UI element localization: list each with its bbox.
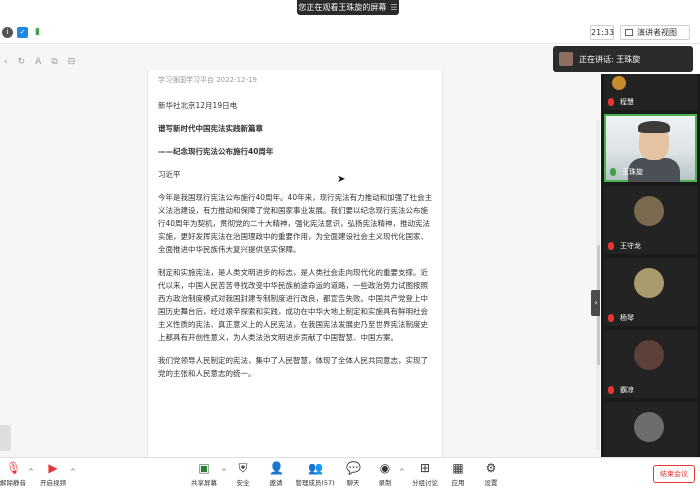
article-author: 习近平 (158, 170, 181, 179)
video-off-icon: ▶ (48, 461, 58, 475)
panel-collapse-handle[interactable]: › (591, 290, 600, 316)
end-meeting-button[interactable]: 结束会议 (653, 465, 695, 483)
mic-muted-icon (608, 386, 614, 394)
avatar (634, 268, 664, 298)
chevron-up-icon[interactable]: ^ (70, 468, 76, 476)
settings-button[interactable]: ⚙ 设置 (474, 461, 508, 487)
mic-muted-icon (608, 314, 614, 322)
record-label: 录制 (378, 479, 392, 487)
article-paragraph: 今年是我国现行宪法公布施行40周年。40年来，现行宪法有力推动和加强了社会主义法… (158, 193, 433, 254)
participant-video (606, 116, 695, 182)
chat-button[interactable]: 💬 聊天 (336, 461, 370, 487)
invite-label: 邀请 (269, 479, 283, 487)
record-icon: ◉ (379, 461, 391, 475)
meeting-toolbar: 🎙 解除静音 ^ ▶ 开启视频 ^ ▣ 共享屏幕 ^ ⛨ 安全 👤 邀请 👥 管… (0, 457, 700, 490)
speaking-label: 正在讲话: 王珠旋 (579, 54, 641, 64)
gear-icon: ⚙ (485, 461, 497, 475)
participant-tile[interactable]: 霸凉 (604, 330, 697, 398)
participant-name: 霸凉 (620, 386, 634, 394)
invite-button[interactable]: 👤 邀请 (259, 461, 293, 487)
mouse-cursor-icon: ➤ (337, 174, 346, 185)
share-banner[interactable]: 您正在观看王珠旋的屏幕 ☰ (297, 0, 399, 15)
breakout-button[interactable]: ⊞ 分组讨论 (408, 461, 442, 487)
apps-icon: ▦ (452, 461, 464, 475)
mic-muted-icon: 🎙 (6, 461, 22, 475)
chevron-up-icon[interactable]: ^ (28, 468, 34, 476)
manage-members-label: 管理成员(57) (295, 479, 335, 487)
shield-icon: ⛨ (238, 461, 248, 475)
back-icon[interactable]: ‹ (4, 57, 8, 67)
participant-tile[interactable]: 王珠旋 (604, 114, 697, 182)
shared-screen: ‹ ↻ A ⧉ ⊟ 学习强国学习平台 2022-12-19 新华社北京12月19… (0, 45, 600, 457)
doc-toolbar: ‹ ↻ A ⧉ ⊟ (4, 57, 75, 67)
article-page: 学习强国学习平台 2022-12-19 新华社北京12月19日电 谱写新时代中国… (147, 70, 443, 457)
share-banner-text: 您正在观看王珠旋的屏幕 (298, 3, 387, 12)
invite-icon: 👤 (269, 461, 284, 475)
chat-icon: 💬 (346, 461, 361, 475)
chat-label: 聊天 (346, 479, 360, 487)
bookmark-icon[interactable]: ⊟ (68, 57, 76, 67)
meeting-timer: 21:33 (590, 25, 614, 40)
record-button[interactable]: ◉ 录制 (368, 461, 402, 487)
avatar (634, 340, 664, 370)
participant-tile[interactable]: 杨琴 (604, 258, 697, 326)
grid-icon (625, 29, 633, 36)
avatar (612, 76, 626, 90)
meeting-window: 您正在观看王珠旋的屏幕 ☰ i ✓ ▮ 21:33 演讲者视图 ‹ ↻ A ⧉ … (0, 0, 700, 490)
mic-muted-icon (608, 98, 614, 106)
mic-muted-icon (608, 242, 614, 250)
refresh-icon[interactable]: ↻ (18, 57, 26, 67)
speaker-view-button[interactable]: 演讲者视图 (620, 25, 690, 40)
start-video-label: 开启视频 (40, 479, 66, 487)
apps-label: 应用 (451, 479, 465, 487)
signal-icon[interactable]: ▮ (32, 27, 43, 38)
share-screen-label: 共享屏幕 (191, 479, 217, 487)
participant-name: 王珠旋 (622, 168, 643, 176)
shield-icon[interactable]: ✓ (17, 27, 28, 38)
settings-label: 设置 (484, 479, 498, 487)
participant-name: 程慧 (620, 98, 634, 106)
article-dateline: 新华社北京12月19日电 (158, 101, 238, 110)
participant-tile[interactable]: 王守龙 (604, 186, 697, 254)
participant-tile[interactable] (604, 402, 697, 457)
mic-on-icon (610, 168, 616, 176)
article-title: 谱写新时代中国宪法实践新篇章 (158, 124, 263, 133)
security-label: 安全 (236, 479, 250, 487)
avatar (634, 412, 664, 442)
side-tab[interactable] (0, 425, 11, 451)
participant-tile[interactable]: 程慧 (604, 74, 697, 110)
participants-panel: 程慧 王珠旋 王守龙 杨琴 霸凉 (601, 74, 700, 457)
menu-icon[interactable]: ☰ (390, 3, 397, 12)
security-button[interactable]: ⛨ 安全 (226, 461, 260, 487)
status-bar: i ✓ ▮ 21:33 演讲者视图 (0, 22, 700, 44)
manage-members-button[interactable]: 👥 管理成员(57) (292, 461, 338, 487)
article-subtitle: ——纪念现行宪法公布施行40周年 (158, 147, 274, 156)
participant-name: 杨琴 (620, 314, 634, 322)
share-screen-button[interactable]: ▣ 共享屏幕 (187, 461, 221, 487)
chevron-up-icon[interactable]: ^ (399, 468, 405, 476)
speaking-indicator: 正在讲话: 王珠旋 (553, 46, 693, 72)
copy-icon[interactable]: ⧉ (51, 57, 57, 67)
unmute-button[interactable]: 🎙 解除静音 (0, 461, 30, 487)
info-icon[interactable]: i (2, 27, 13, 38)
share-screen-icon: ▣ (198, 461, 210, 475)
unmute-label: 解除静音 (0, 479, 26, 487)
article-paragraph: 制定和实施宪法，是人类文明进步的标志，是人类社会走向现代化的重要支撑。近代以来，… (158, 268, 428, 342)
article-source: 学习强国学习平台 2022-12-19 (158, 76, 257, 84)
breakout-label: 分组讨论 (412, 479, 438, 487)
article-paragraph: 我们党领导人民制定的宪法，集中了人民智慧，体现了全体人民共同意志，实现了党的主张… (158, 356, 428, 378)
breakout-icon: ⊞ (419, 461, 431, 475)
participant-name: 王守龙 (620, 242, 641, 250)
apps-button[interactable]: ▦ 应用 (441, 461, 475, 487)
members-icon: 👥 (308, 461, 323, 475)
speaker-avatar (559, 52, 573, 66)
font-icon[interactable]: A (35, 57, 41, 67)
avatar (634, 196, 664, 226)
start-video-button[interactable]: ▶ 开启视频 (36, 461, 70, 487)
speaker-view-label: 演讲者视图 (637, 28, 677, 37)
